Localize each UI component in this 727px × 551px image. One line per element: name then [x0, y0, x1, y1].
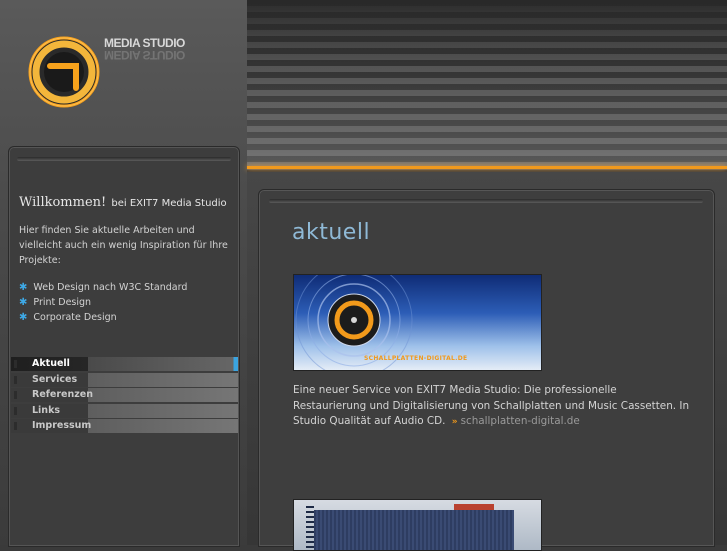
- grip-icon: [14, 422, 17, 430]
- feature-label: Print Design: [33, 297, 92, 308]
- nav-label: Links: [32, 404, 61, 416]
- news-link[interactable]: schallplatten-digital.de: [461, 415, 580, 427]
- sidebar-panel-cap: [17, 157, 231, 161]
- welcome-subtitle: bei EXIT7 Media Studio: [111, 198, 227, 209]
- grip-icon: [14, 391, 17, 399]
- feature-list: ✱ Web Design nach W3C Standard ✱ Print Des…: [19, 280, 187, 325]
- teaser-label: SCHALLPLATTEN-DIGITAL.DE: [364, 355, 468, 362]
- feature-label: Corporate Design: [33, 312, 117, 323]
- main-navigation: Aktuell Services Referenzen Links Impres…: [11, 357, 238, 435]
- grip-icon: [14, 375, 17, 384]
- content-panel-cap: [269, 199, 703, 203]
- exit7-logo-icon[interactable]: [28, 36, 100, 108]
- content-panel: aktuell SCHALLPLATTEN-DIGITAL.DE Eine ne…: [258, 189, 715, 551]
- page-title: aktuell: [292, 220, 371, 245]
- nav-label: Aktuell: [32, 358, 70, 369]
- nav-label: Referenzen: [32, 389, 93, 400]
- sidebar-panel: Willkommen! bei EXIT7 Media Studio Hier …: [8, 146, 240, 547]
- intro-text: Hier finden Sie aktuelle Arbeiten und vi…: [19, 225, 228, 266]
- star-icon: ✱: [19, 282, 28, 293]
- double-chevron-right-icon: »: [451, 417, 458, 427]
- nav-item-referenzen[interactable]: Referenzen: [11, 388, 238, 402]
- news-text: Eine neuer Service von EXIT7 Media Studi…: [293, 383, 693, 431]
- nav-label: Services: [32, 373, 78, 385]
- nav-label: Impressum: [32, 420, 92, 431]
- welcome-heading: Willkommen! bei EXIT7 Media Studio: [19, 191, 227, 210]
- feature-item: ✱ Print Design: [19, 295, 187, 310]
- feature-item: ✱ Web Design nach W3C Standard: [19, 280, 187, 295]
- nav-item-impressum[interactable]: Impressum: [11, 419, 238, 433]
- brand-name-reflection: MEDIA STUDIO: [104, 48, 185, 62]
- feature-label: Web Design nach W3C Standard: [33, 282, 188, 293]
- grip-icon: [14, 406, 17, 415]
- nav-item-services[interactable]: Services: [11, 372, 238, 387]
- nav-item-links[interactable]: Links: [11, 403, 238, 418]
- header-stripes-fade: [247, 0, 727, 170]
- grip-icon: [14, 360, 17, 368]
- feature-item: ✱ Corporate Design: [19, 310, 187, 325]
- star-icon: ✱: [19, 297, 28, 308]
- notebook-tab: [454, 504, 494, 510]
- header-accent-line: [247, 166, 727, 169]
- welcome-title: Willkommen!: [19, 195, 107, 210]
- notebook-photo[interactable]: [293, 499, 542, 551]
- notebook-spiral: [306, 506, 314, 550]
- teaser-banner-image[interactable]: SCHALLPLATTEN-DIGITAL.DE: [293, 274, 542, 371]
- star-icon: ✱: [19, 312, 28, 323]
- nav-item-aktuell[interactable]: Aktuell: [11, 357, 238, 371]
